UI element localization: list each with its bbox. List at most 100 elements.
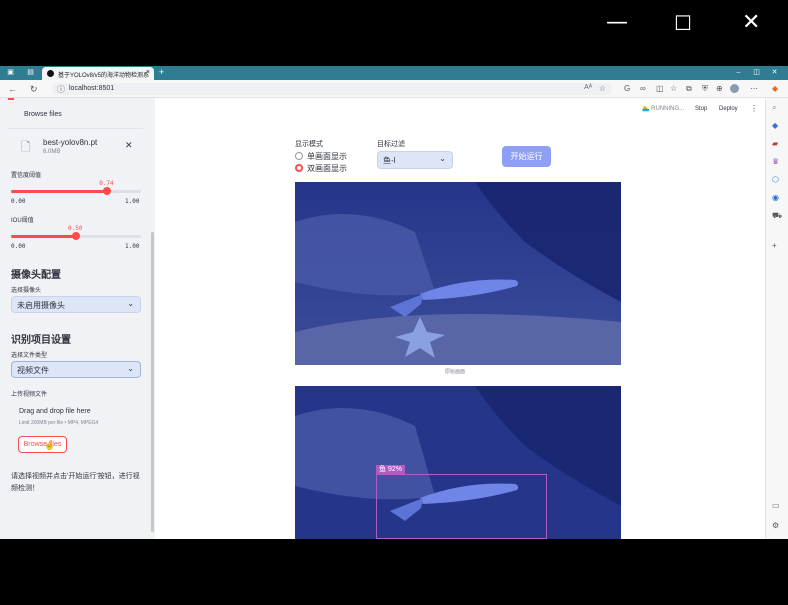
dropzone-title: Drag and drop file here: [19, 408, 91, 415]
main-content: 🏊 RUNNING... Stop Deploy ⋮ 显示模式 单画面显示 双画…: [155, 98, 765, 539]
camera-section-heading: 摄像头配置: [11, 270, 61, 281]
hint-text: 请选择视频并点击'开始运行'按钮，进行视频检测！: [11, 473, 140, 492]
original-frame-image: [295, 182, 621, 365]
settings-gear-icon[interactable]: ⚙: [772, 521, 779, 531]
search-icon[interactable]: ⌕: [772, 103, 776, 113]
avatar[interactable]: [730, 84, 739, 93]
games-icon[interactable]: ♛: [772, 157, 779, 167]
tab-close-button[interactable]: ×: [146, 69, 150, 76]
window-maximize-button[interactable]: ☐: [674, 12, 692, 34]
browser-close-button[interactable]: ✕: [770, 68, 779, 77]
running-icon: 🏊: [642, 106, 650, 112]
favorite-star-icon[interactable]: ☆: [599, 84, 606, 93]
display-mode-option-label: 双画面显示: [307, 164, 347, 173]
iou-slider-fill: [11, 235, 76, 238]
iou-label: IOU阈值: [11, 218, 34, 224]
window-minimize-button[interactable]: —: [606, 12, 628, 34]
detection-label: 鱼 92%: [376, 465, 405, 474]
browse-files-button[interactable]: Browse files: [18, 436, 67, 453]
model-file-size: 6.0MB: [43, 149, 61, 155]
extension-icon[interactable]: G: [624, 83, 630, 95]
sidebar-toggle-icon[interactable]: ▭: [772, 501, 780, 511]
display-mode-option-label: 单画面显示: [307, 152, 347, 161]
url-field[interactable]: ⓘ localhost:8501 Aᴬ ☆: [52, 83, 612, 95]
camera-select-label: 选择摄像头: [11, 288, 42, 294]
tab-actions-icon[interactable]: ▤: [26, 68, 35, 77]
confidence-slider[interactable]: [11, 187, 141, 195]
tab-title: 基于YOLOv8/v5的海洋动物检测系: [58, 73, 150, 79]
confidence-slider-fill: [11, 190, 108, 193]
address-bar-row: ← ↻ ⓘ localhost:8501 Aᴬ ☆ G ∞ ◫ ☆ ⧉ ⛨ ⊕ …: [0, 80, 788, 98]
radio-single[interactable]: [295, 152, 303, 160]
start-button[interactable]: 开始运行: [502, 146, 551, 167]
browser-minimize-button[interactable]: –: [734, 68, 743, 77]
stop-button[interactable]: Stop: [695, 106, 707, 112]
browse-files-top-button[interactable]: Browse files: [24, 111, 62, 118]
browser-restore-button[interactable]: ◫: [752, 68, 761, 77]
file-type-select[interactable]: 视频文件 ⌄: [11, 361, 141, 378]
url-text: localhost:8501: [69, 85, 115, 92]
outlook-icon[interactable]: ◉: [772, 193, 779, 203]
target-filter-label: 目标过滤: [377, 141, 405, 148]
detection-confidence: 92%: [387, 466, 402, 473]
upload-dropzone[interactable]: Drag and drop file here Limit 200MB per …: [11, 400, 143, 462]
iou-slider[interactable]: [11, 232, 141, 240]
split-screen-icon[interactable]: ◫: [656, 83, 664, 95]
iou-value: 0.50: [68, 225, 83, 232]
camera-select[interactable]: 未启用摄像头 ⌄: [11, 296, 141, 313]
info-icon[interactable]: ⓘ: [57, 84, 65, 95]
back-icon[interactable]: ←: [8, 83, 17, 95]
browser-profile-icon[interactable]: ▣: [6, 68, 15, 77]
sidebar-top-accent: [8, 98, 14, 100]
copilot-icon[interactable]: ◆: [772, 83, 778, 95]
iou-min: 0.00: [11, 243, 26, 250]
wallet-icon[interactable]: ⊕: [716, 83, 723, 95]
model-file-name: best-yolov8n.pt: [43, 138, 98, 147]
favorites-icon[interactable]: ☆: [670, 83, 677, 95]
iou-max: 1.00: [125, 243, 140, 250]
confidence-slider-thumb[interactable]: [103, 187, 112, 195]
dropzone-limit: Limit 200MB per file • MP4, MPEG4: [19, 420, 99, 426]
running-label: RUNNING...: [651, 106, 685, 112]
iou-slider-thumb[interactable]: [72, 232, 80, 240]
recognition-section-heading: 识别项目设置: [11, 335, 71, 346]
shield-icon[interactable]: ⛨: [702, 83, 708, 95]
more-icon[interactable]: ⋯: [750, 83, 758, 95]
collections-icon[interactable]: ⧉: [686, 83, 692, 95]
confidence-label: 置信度阈值: [11, 173, 42, 179]
chevron-down-icon: ⌄: [439, 154, 446, 163]
chevron-down-icon: ⌄: [127, 364, 134, 373]
confidence-max: 1.00: [125, 198, 140, 205]
detection-class: 鱼: [379, 466, 386, 473]
app-menu-button[interactable]: ⋮: [750, 104, 758, 113]
window-close-button[interactable]: ✕: [742, 12, 760, 34]
file-type-select-value: 视频文件: [17, 366, 49, 375]
add-sidebar-icon[interactable]: +: [772, 241, 777, 251]
tools-icon[interactable]: ▰: [772, 139, 778, 149]
shopping-icon[interactable]: ◆: [772, 121, 778, 131]
cart-icon[interactable]: ⛟: [772, 211, 782, 221]
display-mode-label: 显示模式: [295, 141, 323, 148]
divider: [8, 128, 143, 129]
tab-bar: ▣ ▤ 基于YOLOv8/v5的海洋动物检测系 × + – ◫ ✕: [0, 66, 788, 80]
running-indicator: 🏊 RUNNING...: [642, 105, 684, 112]
browser-window: ▣ ▤ 基于YOLOv8/v5的海洋动物检测系 × + – ◫ ✕ ← ↻ ⓘ …: [0, 66, 788, 539]
original-frame-caption: 原始画面: [445, 369, 466, 375]
file-type-label: 选择文件类型: [11, 353, 48, 359]
office-icon[interactable]: ⬡: [772, 175, 779, 185]
new-tab-button[interactable]: +: [157, 68, 166, 77]
glasses-icon[interactable]: ∞: [640, 83, 646, 95]
refresh-icon[interactable]: ↻: [30, 83, 38, 95]
target-filter-select[interactable]: 鱼-l ⌄: [377, 151, 453, 169]
read-aloud-icon[interactable]: Aᴬ: [584, 84, 592, 91]
remove-file-button[interactable]: ✕: [125, 140, 133, 151]
deploy-button[interactable]: Deploy: [719, 106, 738, 112]
radio-double[interactable]: [295, 164, 303, 172]
cursor-hand-icon: ☝: [44, 440, 56, 450]
detection-bounding-box: [376, 474, 547, 539]
streamlit-page: Browse files 🗋 best-yolov8n.pt 6.0MB ✕ 置…: [0, 98, 765, 539]
desktop-frame: — ☐ ✕ ▣ ▤ 基于YOLOv8/v5的海洋动物检测系 × + – ◫ ✕ …: [0, 0, 788, 605]
chevron-down-icon: ⌄: [127, 299, 134, 308]
sidebar-scrollbar[interactable]: [151, 232, 154, 532]
tab-active[interactable]: 基于YOLOv8/v5的海洋动物检测系 ×: [42, 67, 154, 80]
